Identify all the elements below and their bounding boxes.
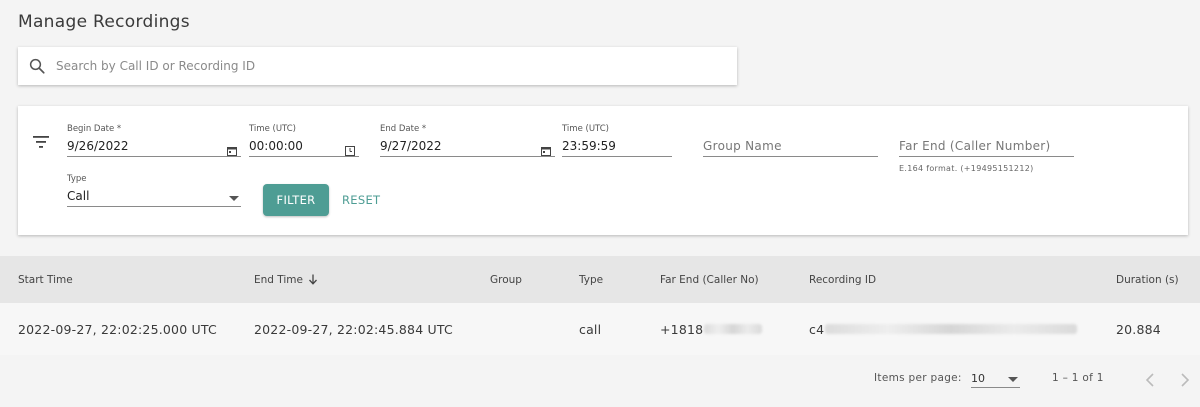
table-row[interactable]: 2022-09-27, 22:02:25.000 UTC 2022-09-27,… xyxy=(0,303,1200,355)
begin-date-value: 9/26/2022 xyxy=(67,139,129,153)
end-time-field[interactable]: Time (UTC) 23:59:59 xyxy=(562,124,672,164)
begin-time-label: Time (UTC) xyxy=(249,124,296,134)
type-value: Call xyxy=(67,189,90,203)
table-header: Start Time End Time Group Type Far End (… xyxy=(0,256,1200,303)
type-underline xyxy=(67,206,241,207)
type-label: Type xyxy=(67,174,87,184)
far-end-underline xyxy=(899,156,1074,157)
arrow-down-icon xyxy=(308,274,318,285)
paginator: Items per page: 10 1 – 1 of 1 xyxy=(0,360,1200,400)
chevron-down-icon xyxy=(229,196,239,201)
end-date-field[interactable]: End Date * 9/27/2022 xyxy=(380,124,555,164)
begin-date-label: Begin Date * xyxy=(67,124,122,134)
cell-duration: 20.884 xyxy=(1116,321,1161,337)
page-title: Manage Recordings xyxy=(18,12,190,32)
column-header-end-time[interactable]: End Time xyxy=(254,256,318,303)
search-bar xyxy=(18,47,737,85)
cell-start-time: 2022-09-27, 22:02:25.000 UTC xyxy=(18,321,217,337)
next-page-button[interactable] xyxy=(1175,368,1195,392)
page-range-label: 1 – 1 of 1 xyxy=(1052,372,1104,384)
cell-recording-id: c4 xyxy=(809,303,1078,355)
column-header-far-end[interactable]: Far End (Caller No) xyxy=(660,256,759,303)
filter-button[interactable]: FILTER xyxy=(263,184,329,216)
far-end-placeholder: Far End (Caller Number) xyxy=(899,139,1051,153)
group-name-field[interactable]: Group Name xyxy=(703,124,878,164)
column-header-type[interactable]: Type xyxy=(579,256,603,303)
end-time-value: 23:59:59 xyxy=(562,139,616,153)
search-input[interactable] xyxy=(56,59,716,73)
items-per-page-label: Items per page: xyxy=(874,372,962,384)
type-select[interactable]: Type Call xyxy=(67,174,241,214)
chevron-right-icon xyxy=(1181,373,1190,387)
column-header-label: End Time xyxy=(254,273,303,286)
column-header-group[interactable]: Group xyxy=(490,256,522,303)
column-header-recording-id[interactable]: Recording ID xyxy=(809,256,876,303)
group-name-underline xyxy=(703,156,878,157)
redacted-blur xyxy=(704,324,763,334)
begin-time-field[interactable]: Time (UTC) 00:00:00 xyxy=(249,124,359,164)
chevron-down-icon xyxy=(1008,377,1018,382)
begin-time-value: 00:00:00 xyxy=(249,139,303,153)
page-size-value: 10 xyxy=(971,372,985,385)
column-header-start-time[interactable]: Start Time xyxy=(18,256,73,303)
clock-icon[interactable] xyxy=(345,141,355,160)
begin-time-underline xyxy=(249,156,359,157)
end-date-value: 9/27/2022 xyxy=(380,139,442,153)
filter-panel: Begin Date * 9/26/2022 Time (UTC) 00:00:… xyxy=(18,106,1188,235)
column-header-duration[interactable]: Duration (s) xyxy=(1116,256,1179,303)
chevron-left-icon xyxy=(1145,373,1154,387)
calendar-icon[interactable] xyxy=(227,141,237,160)
page-size-select[interactable]: 10 xyxy=(971,370,1020,388)
far-end-field[interactable]: Far End (Caller Number) E.164 format. (+… xyxy=(899,124,1074,179)
end-date-label: End Date * xyxy=(380,124,427,134)
reset-button[interactable]: RESET xyxy=(336,184,386,216)
far-end-visible-prefix: +1818 xyxy=(660,321,704,337)
previous-page-button[interactable] xyxy=(1140,368,1160,392)
end-time-label: Time (UTC) xyxy=(562,124,609,134)
begin-date-field[interactable]: Begin Date * 9/26/2022 xyxy=(67,124,241,164)
calendar-icon[interactable] xyxy=(541,141,551,160)
cell-type: call xyxy=(579,321,602,337)
end-time-underline xyxy=(562,156,672,157)
end-date-underline xyxy=(380,156,555,157)
filter-list-icon[interactable] xyxy=(33,134,49,153)
search-icon xyxy=(18,47,56,85)
redacted-blur xyxy=(825,324,1078,334)
cell-end-time: 2022-09-27, 22:02:45.884 UTC xyxy=(254,321,453,337)
cell-far-end: +1818 xyxy=(660,303,763,355)
begin-date-underline xyxy=(67,156,241,157)
far-end-hint: E.164 format. (+19495151212) xyxy=(899,164,1034,173)
recording-id-visible-prefix: c4 xyxy=(809,321,825,337)
group-name-placeholder: Group Name xyxy=(703,139,782,153)
